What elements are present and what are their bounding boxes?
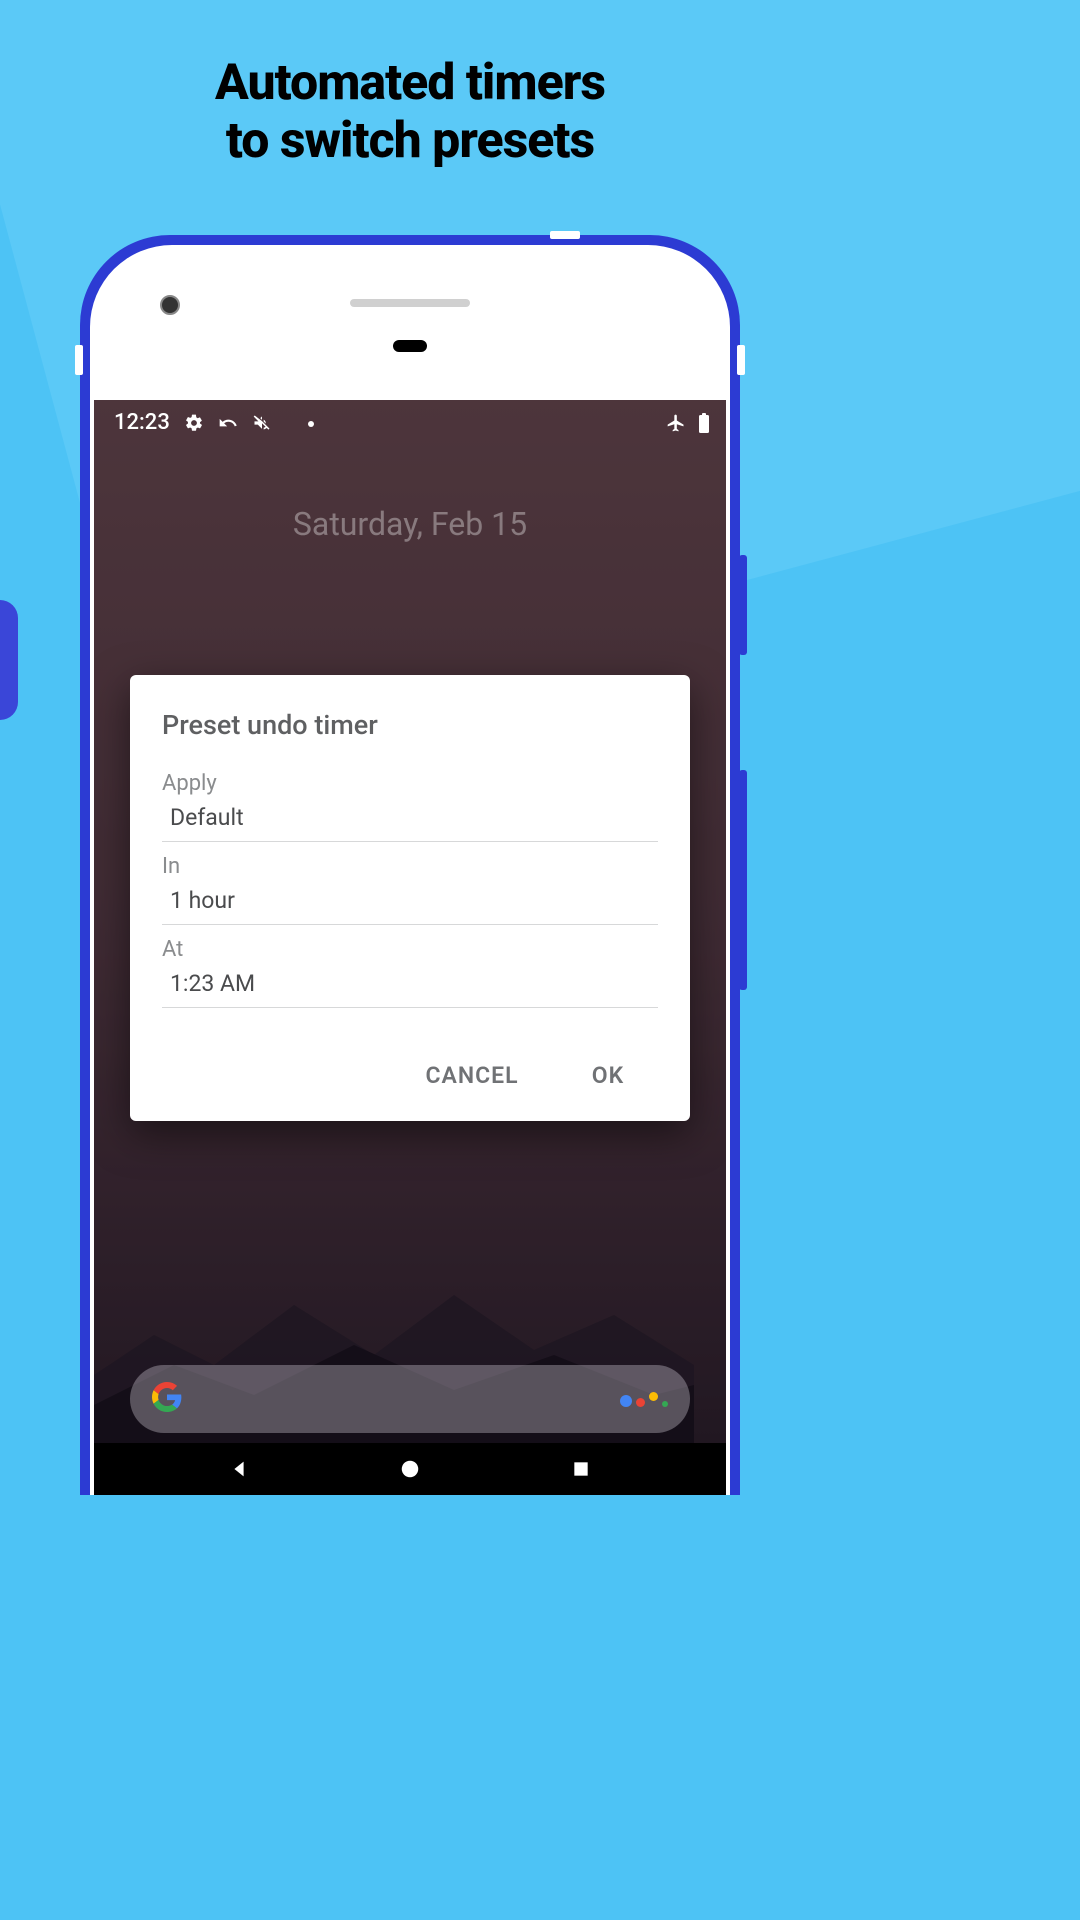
tagline-line-2: to switch presets xyxy=(0,113,820,171)
frame-notch xyxy=(550,231,580,239)
field-apply-label: Apply xyxy=(162,771,658,802)
nav-home-button[interactable] xyxy=(370,1458,450,1480)
phone-frame: 12:23 xyxy=(80,235,740,1495)
status-bar: 12:23 xyxy=(94,400,726,435)
sensor-pill xyxy=(393,340,427,352)
status-bar-right xyxy=(666,413,710,433)
google-g-icon xyxy=(152,1382,182,1416)
dot-icon xyxy=(308,421,314,427)
undo-icon xyxy=(218,413,238,433)
field-apply: Apply Default xyxy=(130,759,690,842)
google-search-bar[interactable] xyxy=(130,1365,690,1433)
frame-notch xyxy=(75,345,83,375)
earpiece-speaker xyxy=(350,299,470,307)
mute-icon xyxy=(252,413,272,433)
field-at: At 1:23 AM xyxy=(130,925,690,1008)
google-assistant-icon xyxy=(620,1392,668,1407)
promo-tagline: Automated timers to switch presets xyxy=(0,0,820,170)
tagline-line-1: Automated timers xyxy=(0,55,820,113)
field-at-value[interactable]: 1:23 AM xyxy=(162,968,658,1008)
ok-button[interactable]: OK xyxy=(558,1062,658,1089)
secondary-phone-hint xyxy=(0,600,18,720)
phone-bezel: 12:23 xyxy=(90,245,730,1495)
frame-notch xyxy=(737,345,745,375)
status-bar-left: 12:23 xyxy=(114,410,314,435)
nav-back-button[interactable] xyxy=(199,1458,279,1480)
field-apply-value[interactable]: Default xyxy=(162,802,658,842)
dialog-title: Preset undo timer xyxy=(130,703,690,759)
phone-side-button-power xyxy=(739,555,747,655)
airplane-icon xyxy=(666,413,686,433)
preset-undo-timer-dialog: Preset undo timer Apply Default In 1 hou… xyxy=(130,675,690,1121)
nav-recent-button[interactable] xyxy=(541,1459,621,1479)
front-camera xyxy=(160,295,180,315)
field-in-label: In xyxy=(162,854,658,885)
dialog-actions: CANCEL OK xyxy=(130,1008,690,1113)
status-time: 12:23 xyxy=(114,410,170,435)
battery-icon xyxy=(698,413,710,433)
field-in: In 1 hour xyxy=(130,842,690,925)
navigation-bar xyxy=(94,1443,726,1495)
field-at-label: At xyxy=(162,937,658,968)
device-screen: 12:23 xyxy=(94,400,726,1495)
cancel-button[interactable]: CANCEL xyxy=(422,1062,522,1089)
gear-icon xyxy=(184,413,204,433)
home-date: Saturday, Feb 15 xyxy=(94,505,726,543)
phone-side-button-volume xyxy=(739,770,747,990)
field-in-value[interactable]: 1 hour xyxy=(162,885,658,925)
